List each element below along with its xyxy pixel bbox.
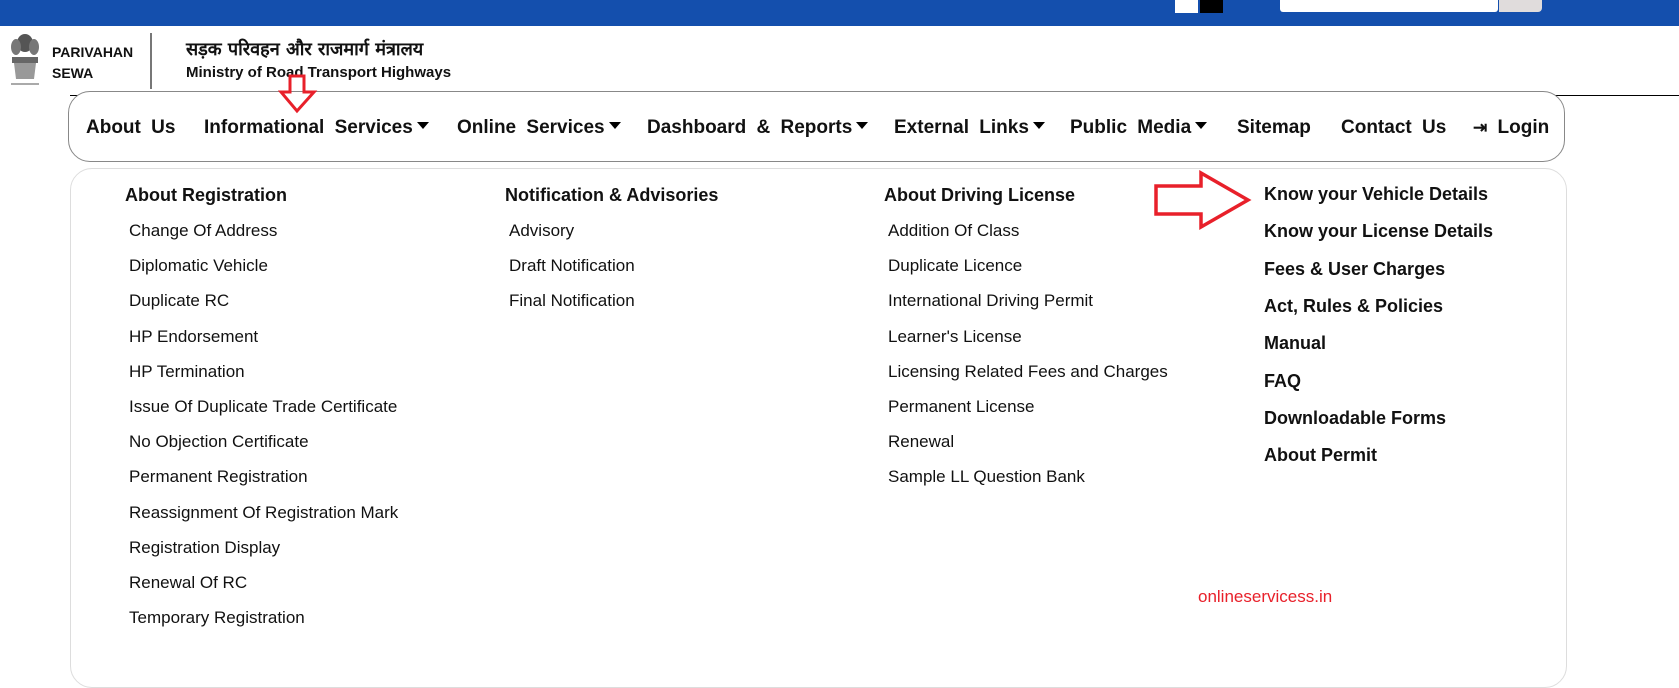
nav-public-media[interactable]: Public Media [1070,117,1208,139]
menu-link[interactable]: Act, Rules & Policies [1264,296,1443,317]
national-emblem-logo [11,34,39,85]
menu-item[interactable]: Registration Display [129,538,280,558]
nav-contact-us[interactable]: Contact Us [1341,117,1446,139]
menu-item[interactable]: HP Termination [129,362,245,382]
menu-item[interactable]: Duplicate Licence [888,256,1022,276]
menu-item[interactable]: Draft Notification [509,256,635,276]
brand-line-2: SEWA [52,65,94,81]
caret-down-icon [856,122,869,129]
caret-down-icon [416,122,429,129]
annotation-down-arrow-icon [278,74,318,114]
nav-external-links[interactable]: External Links [894,117,1045,139]
menu-link[interactable]: Downloadable Forms [1264,408,1446,429]
menu-item[interactable]: Renewal Of RC [129,573,247,593]
menu-item[interactable]: International Driving Permit [888,291,1093,311]
nav-informational-services[interactable]: Informational Services [204,117,429,139]
menu-item[interactable]: Issue Of Duplicate Trade Certificate [129,397,397,417]
menu-item[interactable]: HP Endorsement [129,327,258,347]
nav-dashboard-reports[interactable]: Dashboard & Reports [647,117,869,139]
menu-item[interactable]: Permanent License [888,397,1034,417]
search-button[interactable] [1499,0,1542,12]
menu-item[interactable]: Learner's License [888,327,1022,347]
ministry-hindi: सड़क परिवहन और राजमार्ग मंत्रालय [186,39,424,60]
menu-item[interactable]: Licensing Related Fees and Charges [888,362,1168,382]
header-divider [150,33,152,89]
menu-link[interactable]: Manual [1264,333,1326,354]
menu-link[interactable]: Know your License Details [1264,221,1493,242]
nav-sitemap[interactable]: Sitemap [1237,117,1311,139]
ministry-english: Ministry of Road Transport Highways [186,64,452,81]
menu-link[interactable]: Fees & User Charges [1264,259,1445,280]
nav-login[interactable]: ⇥ Login [1473,117,1549,139]
menu-item[interactable]: Diplomatic Vehicle [129,256,268,276]
caret-down-icon [608,122,621,129]
menu-item[interactable]: Duplicate RC [129,291,229,311]
brand-line-1: PARIVAHAN [52,44,134,60]
menu-item[interactable]: Advisory [509,221,574,241]
menu-item[interactable]: Sample LL Question Bank [888,467,1085,487]
caret-down-icon [1032,122,1045,129]
menu-item[interactable]: Temporary Registration [129,608,305,628]
contrast-dark-button[interactable] [1200,0,1223,13]
contrast-light-button[interactable] [1175,0,1198,13]
menu-column-heading: About Driving License [884,185,1076,205]
search-input[interactable] [1280,0,1498,12]
menu-item[interactable]: Change Of Address [129,221,277,241]
menu-link[interactable]: About Permit [1264,445,1377,466]
annotation-right-arrow-icon [1154,170,1252,231]
menu-item[interactable]: Addition Of Class [888,221,1019,241]
menu-item[interactable]: Permanent Registration [129,467,308,487]
nav-about-us[interactable]: About Us [86,117,175,139]
menu-item[interactable]: Reassignment Of Registration Mark [129,503,398,523]
menu-link[interactable]: FAQ [1264,371,1301,392]
menu-column-heading: About Registration [125,185,287,205]
menu-item[interactable]: Renewal [888,432,954,452]
nav-online-services[interactable]: Online Services [457,117,621,139]
menu-link[interactable]: Know your Vehicle Details [1264,184,1488,205]
brand-name: PARIVAHAN SEWA [52,42,133,84]
login-icon: ⇥ [1473,118,1488,137]
menu-item[interactable]: No Objection Certificate [129,432,309,452]
caret-down-icon [1195,122,1208,129]
menu-item[interactable]: Final Notification [509,291,635,311]
watermark: onlineservicess.in [1198,587,1333,606]
menu-column-heading: Notification & Advisories [505,185,719,205]
